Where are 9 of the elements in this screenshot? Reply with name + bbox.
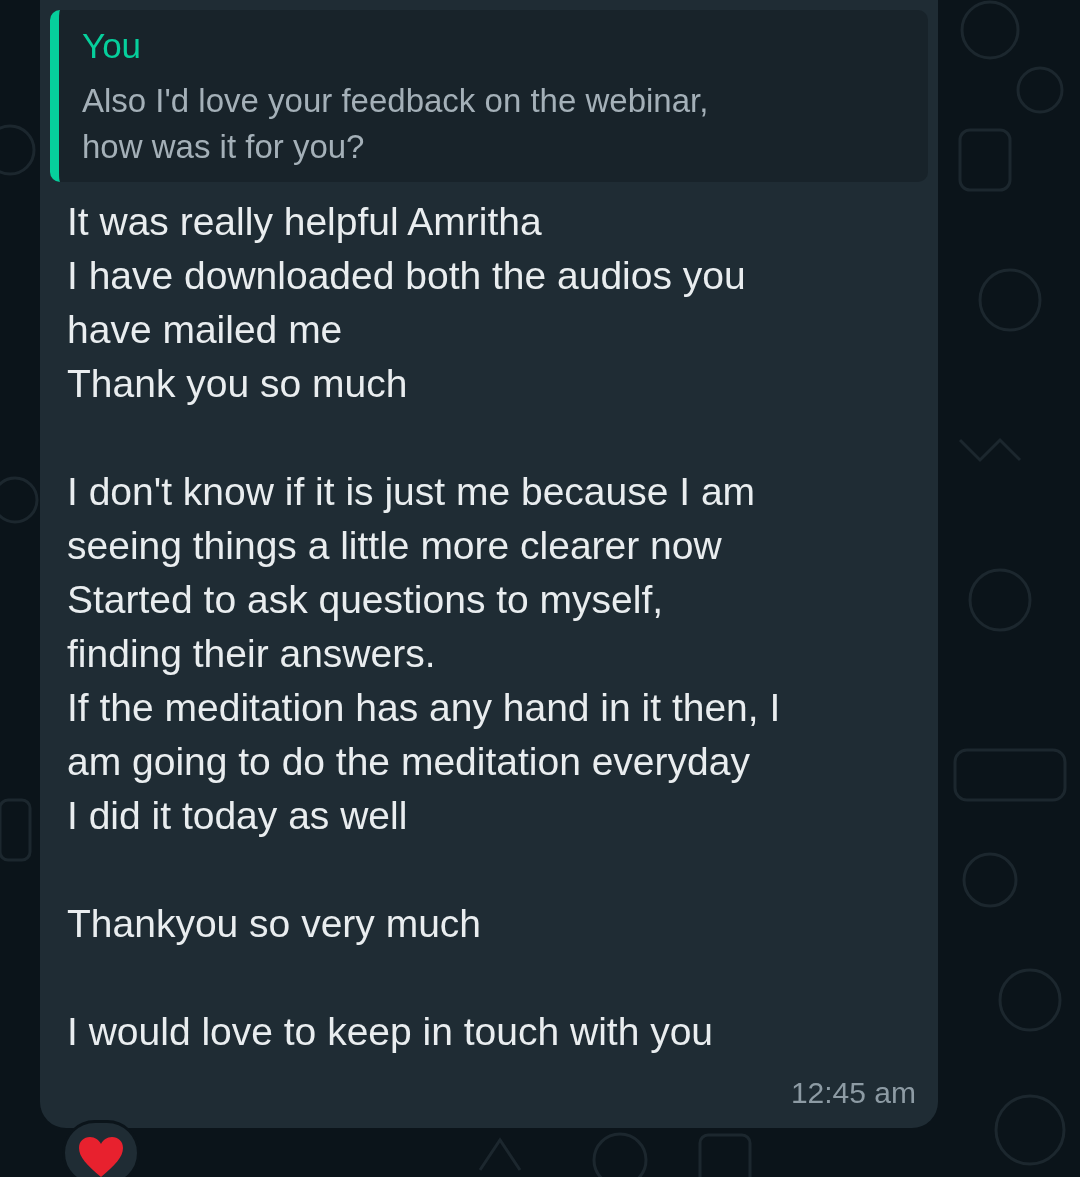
quoted-message[interactable]: You Also I'd love your feedback on the webinar, how was it for you? <box>50 10 928 182</box>
quote-author: You <box>82 25 143 67</box>
message-text: Thankyou so very much <box>67 901 482 947</box>
message-text: I don't know if it is just me because I am seeing things a little more clearer now Started to ask questions to myself, finding their answers. If the meditation has any hand in it then, I am going to do the meditation everyday I did it today as well <box>67 469 782 839</box>
message-text: I would love to keep in touch with you <box>67 1009 715 1055</box>
message-text: It was really helpful Amritha I have downloaded both the audios you have mailed me Thank you so much <box>67 199 747 407</box>
heart-icon <box>77 1135 125 1177</box>
message-time: 12:45 am <box>790 1075 916 1111</box>
quote-text: Also I'd love your feedback on the webinar, how was it for you? <box>82 81 710 167</box>
